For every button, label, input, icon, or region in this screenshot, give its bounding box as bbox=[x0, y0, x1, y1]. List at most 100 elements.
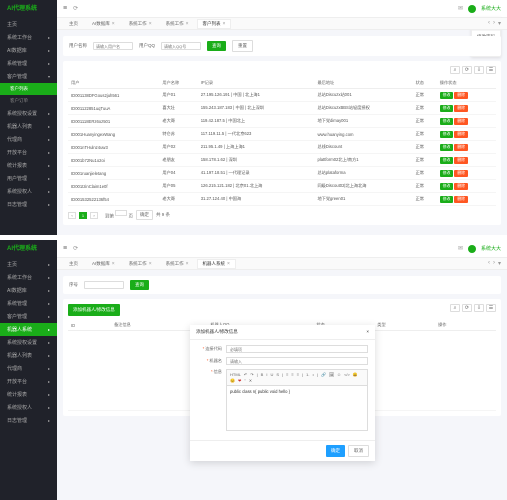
search-button[interactable]: 查询 bbox=[207, 41, 226, 51]
close-icon[interactable]: × bbox=[112, 21, 115, 27]
delete-button[interactable]: 删除 bbox=[454, 196, 468, 203]
tab-home[interactable]: 主页 bbox=[63, 19, 84, 29]
tool-search-icon[interactable]: ⌕ bbox=[450, 66, 460, 74]
menu-item[interactable]: AI数据库▸ bbox=[0, 284, 57, 297]
modal-cancel-button[interactable]: 取消 bbox=[348, 445, 369, 457]
filter-qq-input[interactable] bbox=[161, 42, 201, 50]
ed-left-icon[interactable]: ≡ bbox=[285, 372, 289, 377]
menu-item[interactable]: 机器人系统▸ bbox=[0, 323, 57, 336]
tab-right-icon[interactable]: › bbox=[493, 20, 495, 27]
search-button-2[interactable]: 查询 bbox=[130, 280, 149, 290]
menu-customer-list[interactable]: 客户列表 bbox=[0, 83, 57, 95]
delete-button[interactable]: 删除 bbox=[454, 131, 468, 138]
menu-robot[interactable]: 机器人列表▸ bbox=[0, 120, 57, 133]
tab[interactable]: 系统工作× bbox=[160, 259, 195, 269]
menu-stats[interactable]: 统计报表▸ bbox=[0, 159, 57, 172]
ed-undo-icon[interactable]: ↶ bbox=[243, 372, 248, 377]
menu-user[interactable]: 用户管理▸ bbox=[0, 172, 57, 185]
tab-left-icon[interactable]: ‹ bbox=[488, 260, 490, 267]
edit-button[interactable]: 修改 bbox=[440, 118, 454, 125]
username[interactable]: 系统大大 bbox=[481, 5, 501, 12]
tab-customer-list[interactable]: 客户列表× bbox=[197, 19, 232, 29]
menu-item[interactable]: 系统管理▸ bbox=[0, 297, 57, 310]
ed-html-icon[interactable]: HTML bbox=[229, 372, 242, 377]
ed-italic-icon[interactable]: I bbox=[265, 372, 268, 377]
input-code[interactable] bbox=[226, 345, 368, 353]
ed-image-icon[interactable]: 🖼 bbox=[328, 372, 335, 377]
close-icon[interactable]: × bbox=[149, 21, 152, 27]
hamburger-icon[interactable]: ≡ bbox=[63, 5, 67, 12]
tool-search-icon[interactable]: ⌕ bbox=[450, 304, 460, 312]
input-name[interactable] bbox=[226, 357, 368, 365]
tool-refresh-icon[interactable]: ⟳ bbox=[462, 66, 472, 74]
delete-button[interactable]: 删除 bbox=[454, 183, 468, 190]
ed-redo-icon[interactable]: ↷ bbox=[249, 372, 254, 377]
delete-button[interactable]: 删除 bbox=[454, 144, 468, 151]
menu-item[interactable]: 客户管理▸ bbox=[0, 310, 57, 323]
filter-id-input[interactable] bbox=[84, 281, 124, 289]
menu-auth[interactable]: 系统授权设置▸ bbox=[0, 107, 57, 120]
menu-item[interactable]: 主页▸ bbox=[0, 258, 57, 271]
close-icon[interactable]: × bbox=[227, 261, 230, 267]
page-1[interactable]: 1 bbox=[79, 212, 87, 219]
tool-export-icon[interactable]: ⇩ bbox=[474, 304, 484, 312]
tab-aidb[interactable]: AI数据库× bbox=[86, 19, 121, 29]
menu-log[interactable]: 日志管理▸ bbox=[0, 198, 57, 211]
modal-ok-button[interactable]: 确定 bbox=[326, 445, 345, 457]
modal-close-icon[interactable]: × bbox=[366, 329, 369, 335]
hamburger-icon[interactable]: ≡ bbox=[63, 245, 67, 252]
delete-button[interactable]: 删除 bbox=[454, 105, 468, 112]
edit-button[interactable]: 修改 bbox=[440, 131, 454, 138]
tool-cols-icon[interactable]: ☰ bbox=[486, 304, 496, 312]
menu-open[interactable]: 开放平台▸ bbox=[0, 146, 57, 159]
ed-clean-icon[interactable]: ✕ bbox=[248, 378, 253, 383]
page-go-button[interactable]: 确定 bbox=[136, 210, 153, 220]
menu-item[interactable]: 系统工作台▸ bbox=[0, 271, 57, 284]
tab-work2[interactable]: 系统工作× bbox=[160, 19, 195, 29]
ed-code-icon[interactable]: </> bbox=[343, 372, 351, 377]
menu-item[interactable]: 系统授权设置▸ bbox=[0, 336, 57, 349]
tab[interactable]: 机器人系统× bbox=[197, 259, 236, 269]
page-next[interactable]: › bbox=[90, 212, 98, 219]
close-icon[interactable]: × bbox=[186, 261, 189, 267]
ed-face1-icon[interactable]: 😀 bbox=[352, 372, 359, 377]
ed-right-icon[interactable]: ≡ bbox=[296, 372, 300, 377]
message-icon[interactable]: ✉ bbox=[458, 245, 463, 252]
menu-item[interactable]: 系统授权人▸ bbox=[0, 401, 57, 414]
tab[interactable]: 主页 bbox=[63, 259, 84, 269]
tab-left-icon[interactable]: ‹ bbox=[488, 20, 490, 27]
menu-item[interactable]: 代理商▸ bbox=[0, 362, 57, 375]
menu-customer-order[interactable]: 客户订单 bbox=[0, 95, 57, 107]
tab[interactable]: AI数据库× bbox=[86, 259, 121, 269]
tab-right-icon[interactable]: › bbox=[493, 260, 495, 267]
message-icon[interactable]: ✉ bbox=[458, 5, 463, 12]
ed-link-icon[interactable]: 🔗 bbox=[320, 372, 327, 377]
menu-item[interactable]: 日志管理▸ bbox=[0, 414, 57, 427]
menu-aidb[interactable]: AI数据库▸ bbox=[0, 44, 57, 57]
username-2[interactable]: 系统大大 bbox=[481, 245, 501, 252]
tab-work1[interactable]: 系统工作× bbox=[123, 19, 158, 29]
ed-quote-icon[interactable]: " bbox=[243, 378, 246, 383]
menu-item[interactable]: 统计报表▸ bbox=[0, 388, 57, 401]
ed-face3-icon[interactable]: ❤ bbox=[237, 378, 242, 383]
close-icon[interactable]: × bbox=[223, 21, 226, 27]
tab-menu-icon[interactable]: ▾ bbox=[498, 260, 501, 267]
close-icon[interactable]: × bbox=[149, 261, 152, 267]
tool-cols-icon[interactable]: ☰ bbox=[486, 66, 496, 74]
tab[interactable]: 系统工作× bbox=[123, 259, 158, 269]
menu-item[interactable]: 机器人列表▸ bbox=[0, 349, 57, 362]
menu-workbench[interactable]: 系统工作台▸ bbox=[0, 31, 57, 44]
ed-ol-icon[interactable]: 1. bbox=[305, 372, 310, 377]
edit-button[interactable]: 修改 bbox=[440, 144, 454, 151]
tab-menu-icon[interactable]: ▾ bbox=[498, 20, 501, 27]
ed-emoji-icon[interactable]: ☺ bbox=[336, 372, 342, 377]
edit-button[interactable]: 修改 bbox=[440, 157, 454, 164]
delete-button[interactable]: 删除 bbox=[454, 118, 468, 125]
delete-button[interactable]: 删除 bbox=[454, 157, 468, 164]
filter-name-input[interactable] bbox=[93, 42, 133, 50]
edit-button[interactable]: 修改 bbox=[440, 92, 454, 99]
avatar[interactable] bbox=[468, 5, 476, 13]
delete-button[interactable]: 删除 bbox=[454, 92, 468, 99]
menu-home[interactable]: 主页 bbox=[0, 18, 57, 31]
edit-button[interactable]: 修改 bbox=[440, 183, 454, 190]
